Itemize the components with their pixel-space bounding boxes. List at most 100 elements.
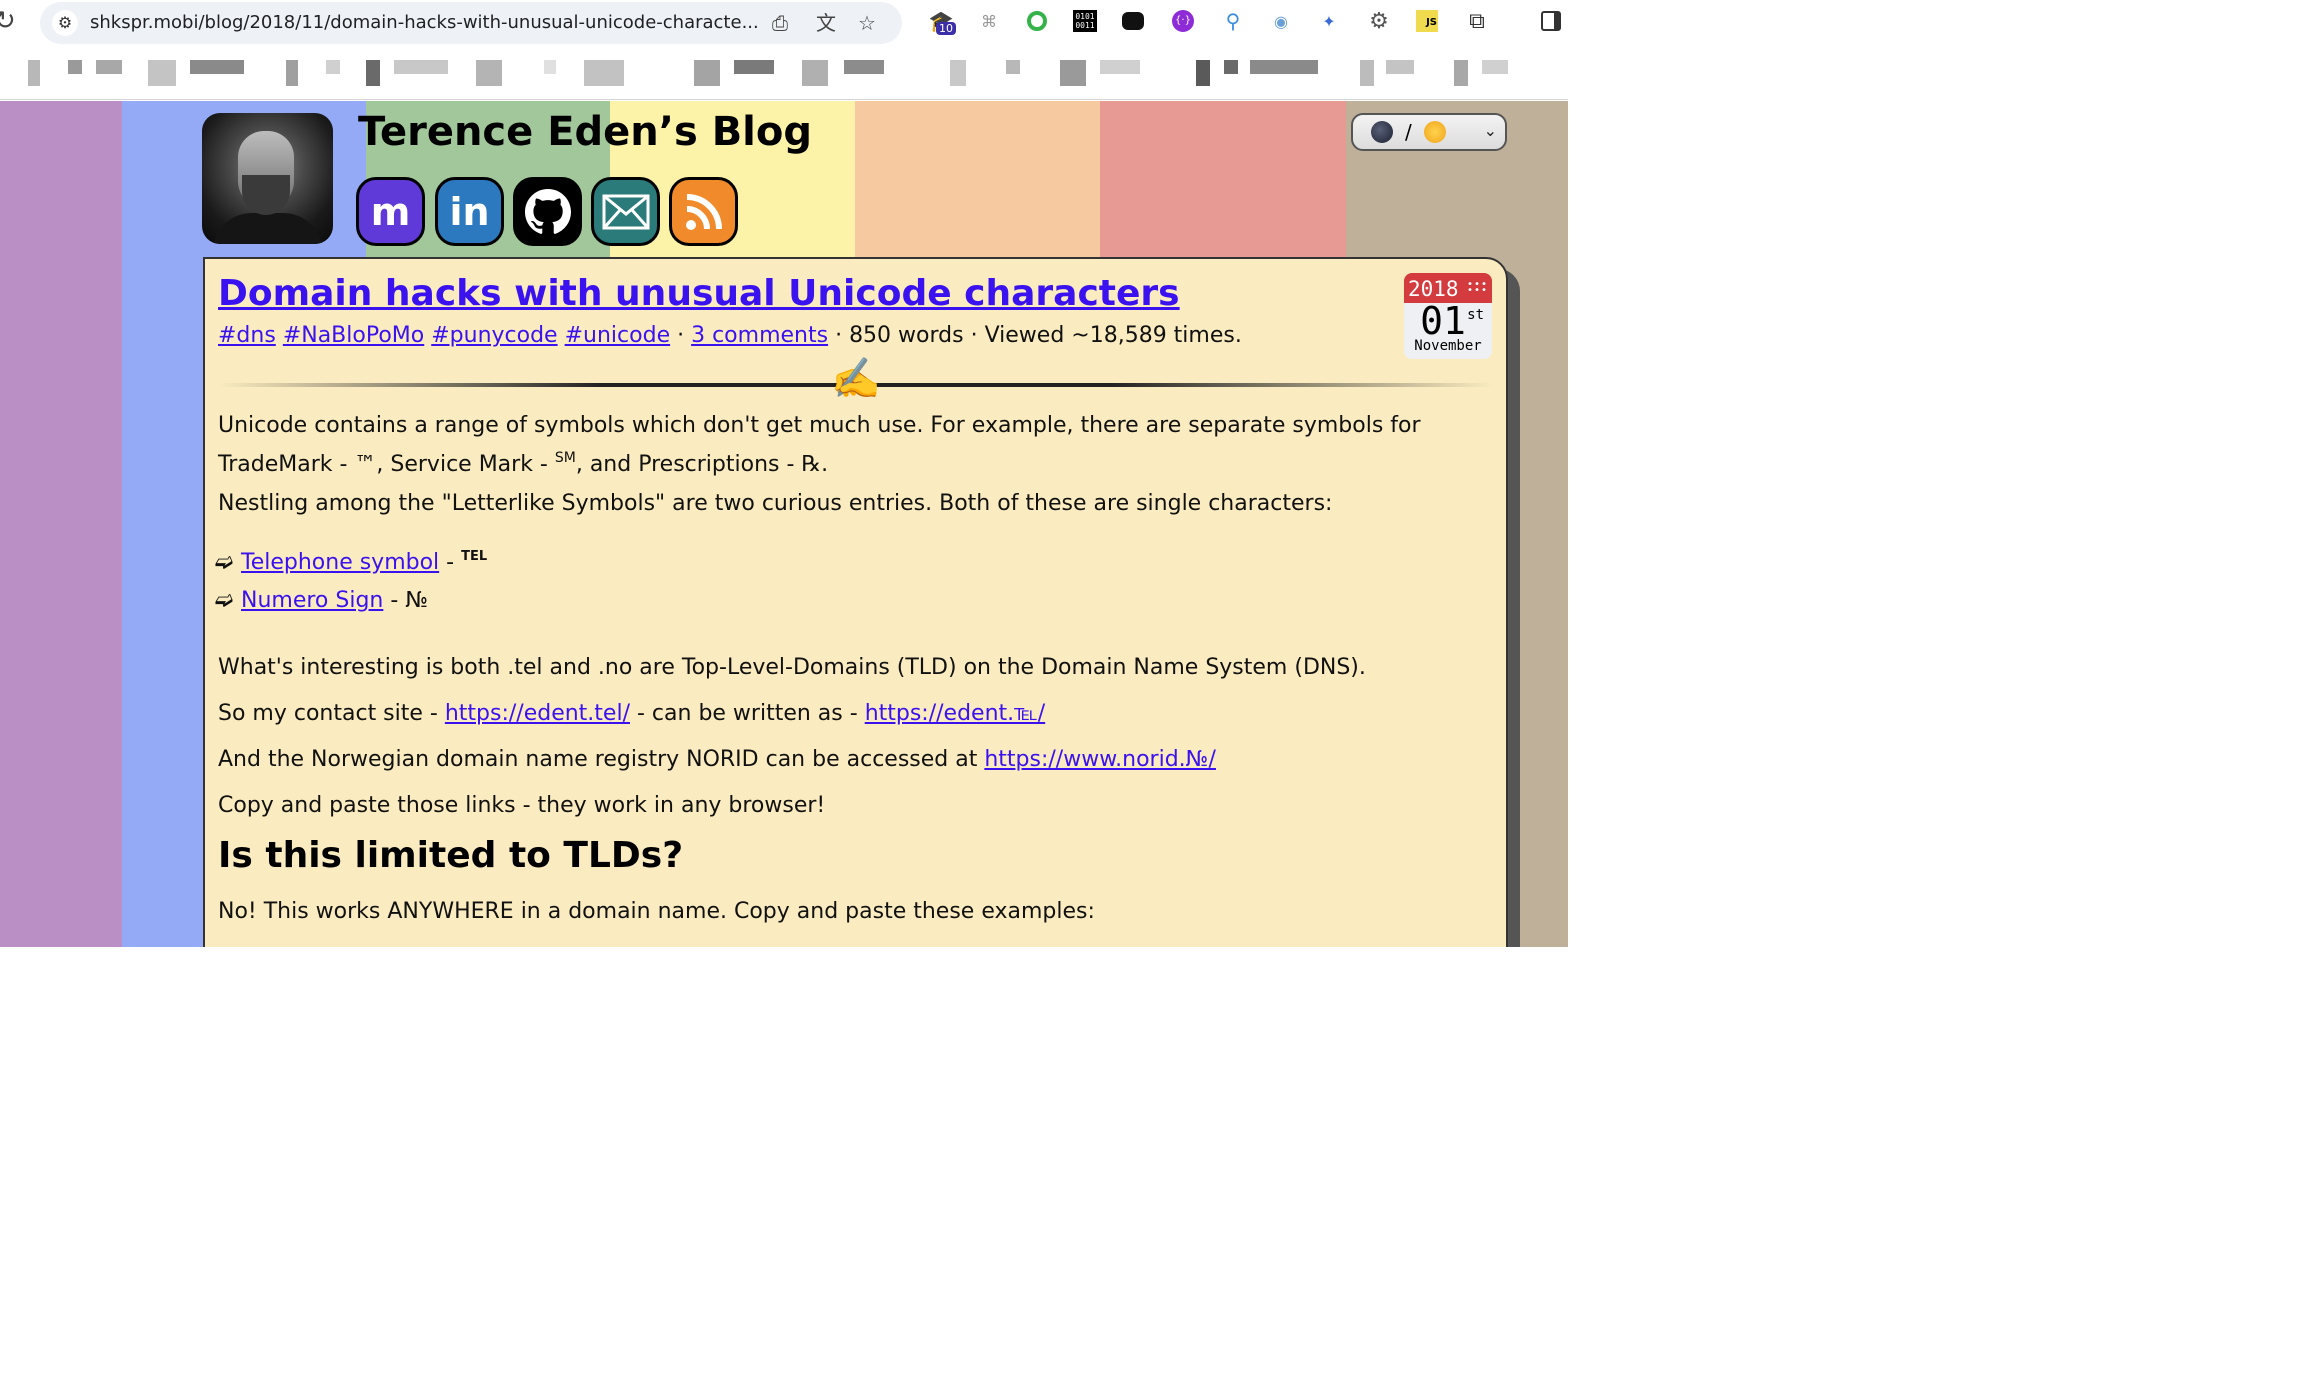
bookmark-item[interactable] bbox=[1100, 60, 1140, 74]
date-suffix: st bbox=[1467, 307, 1484, 323]
moon-icon bbox=[1371, 121, 1393, 143]
email-icon bbox=[602, 194, 649, 229]
list-separator: - bbox=[383, 588, 406, 613]
bookmark-item[interactable] bbox=[1224, 60, 1238, 74]
tag-link[interactable]: #punycode bbox=[431, 323, 557, 348]
date-badge: 2018 ••• ••• 01 st November bbox=[1404, 273, 1492, 359]
post-title-link[interactable]: Domain hacks with unusual Unicode charac… bbox=[218, 273, 1180, 314]
bookmark-item[interactable] bbox=[1386, 60, 1414, 74]
bookmark-item[interactable] bbox=[1196, 60, 1210, 86]
author-avatar[interactable] bbox=[202, 113, 333, 244]
site-settings-icon[interactable]: ⚙ bbox=[52, 10, 78, 36]
bookmark-item[interactable] bbox=[286, 60, 298, 86]
meta-separator: · bbox=[828, 323, 850, 348]
bookmark-item[interactable] bbox=[148, 60, 176, 86]
sun-icon bbox=[1423, 121, 1446, 143]
bookmark-item[interactable] bbox=[1250, 60, 1318, 74]
section-heading: Is this limited to TLDs? bbox=[218, 835, 684, 876]
service-mark-text: SM bbox=[554, 450, 576, 466]
pointing-arrow-icon: ➫ bbox=[215, 550, 234, 575]
list-item: ➫ Telephone symbol - TEL bbox=[215, 549, 487, 575]
extension-js-icon[interactable]: JS bbox=[1414, 8, 1440, 34]
comments-link[interactable]: 3 comments bbox=[691, 323, 828, 348]
bookmark-item[interactable] bbox=[476, 60, 502, 86]
bookmark-item[interactable] bbox=[1482, 60, 1508, 74]
tag-link[interactable]: #NaBloPoMo bbox=[283, 323, 424, 348]
mastodon-link[interactable]: m bbox=[356, 177, 425, 246]
tag-link[interactable]: #unicode bbox=[565, 323, 671, 348]
browser-toolbar: ↻ ⚙ shkspr.mobi/blog/2018/11/domain-hack… bbox=[0, 0, 1568, 100]
numero-sign-link[interactable]: Numero Sign bbox=[241, 588, 383, 613]
bookmark-star-icon[interactable]: ☆ bbox=[858, 10, 876, 36]
site-title[interactable]: Terence Eden’s Blog bbox=[358, 109, 812, 155]
bookmark-item[interactable] bbox=[1060, 60, 1086, 86]
tag-link[interactable]: #dns bbox=[218, 323, 276, 348]
email-link[interactable] bbox=[591, 177, 660, 246]
extension-puzzle-color-icon[interactable]: ✦ bbox=[1316, 8, 1342, 34]
extension-code-icon[interactable]: {·} bbox=[1170, 8, 1196, 34]
extension-graduation-icon[interactable]: 🎓 10 bbox=[928, 8, 956, 35]
view-count: Viewed ~18,589 times. bbox=[984, 323, 1242, 348]
github-link[interactable] bbox=[513, 177, 582, 246]
telephone-symbol-link[interactable]: Telephone symbol bbox=[241, 550, 439, 575]
side-panel-icon[interactable] bbox=[1538, 8, 1564, 34]
paragraph-text: - can be written as - bbox=[630, 701, 865, 726]
extension-eye-icon[interactable]: ◉ bbox=[1268, 8, 1294, 34]
article: Domain hacks with unusual Unicode charac… bbox=[203, 257, 1508, 947]
bookmark-item[interactable] bbox=[190, 60, 244, 74]
bookmark-item[interactable] bbox=[1454, 60, 1468, 86]
translate-icon[interactable]: 文 bbox=[816, 10, 836, 36]
extension-gear-icon[interactable]: ⚙ bbox=[1366, 8, 1392, 34]
list-separator: - bbox=[439, 550, 462, 575]
bookmark-item[interactable] bbox=[544, 60, 556, 74]
edent-tel-link[interactable]: https://edent.tel/ bbox=[445, 701, 630, 726]
bookmark-item[interactable] bbox=[694, 60, 720, 86]
paragraph: And the Norwegian domain name registry N… bbox=[218, 743, 1488, 776]
reload-icon[interactable]: ↻ bbox=[0, 6, 16, 36]
paragraph-text: And the Norwegian domain name registry N… bbox=[218, 747, 985, 772]
paragraph: Copy and paste those links - they work i… bbox=[218, 793, 826, 818]
address-bar[interactable]: ⚙ shkspr.mobi/blog/2018/11/domain-hacks-… bbox=[40, 2, 902, 44]
extension-command-icon[interactable]: ⌘ bbox=[976, 8, 1002, 34]
extension-binary-icon[interactable]: 0101 0011 bbox=[1072, 8, 1098, 34]
bookmark-item[interactable] bbox=[734, 60, 774, 74]
bookmark-item[interactable] bbox=[844, 60, 884, 74]
bookmark-item[interactable] bbox=[394, 60, 448, 74]
bookmark-item[interactable] bbox=[584, 60, 624, 86]
bookmark-item[interactable] bbox=[326, 60, 340, 74]
numero-symbol: № bbox=[405, 588, 429, 613]
chevron-down-icon: ⌄ bbox=[1483, 121, 1497, 140]
list-item: ➫ Numero Sign - № bbox=[215, 588, 428, 613]
rainbow-stripe bbox=[0, 101, 122, 947]
norid-link[interactable]: https://www.norid.№/ bbox=[984, 747, 1216, 772]
bookmark-item[interactable] bbox=[68, 60, 82, 74]
date-year: 2018 bbox=[1408, 277, 1459, 301]
bookmark-item[interactable] bbox=[1360, 60, 1374, 86]
extension-badge: 10 bbox=[936, 22, 956, 35]
bookmarks-bar bbox=[0, 50, 1568, 90]
meta-separator: · bbox=[670, 323, 692, 348]
paragraph: So my contact site - https://edent.tel/ … bbox=[218, 697, 1488, 730]
bookmark-item[interactable] bbox=[366, 60, 380, 86]
rss-link[interactable] bbox=[669, 177, 738, 246]
bookmark-item[interactable] bbox=[950, 60, 966, 86]
extensions-puzzle-icon[interactable]: ⧉ bbox=[1464, 8, 1490, 34]
post-meta: #dns #NaBloPoMo #punycode #unicode · 3 c… bbox=[218, 323, 1242, 348]
extension-pin-icon[interactable]: ⚲ bbox=[1220, 8, 1246, 34]
edent-tel-symbol-link[interactable]: https://edent.℡/ bbox=[865, 701, 1046, 726]
extension-mask-icon[interactable] bbox=[1120, 8, 1146, 34]
word-count: 850 words bbox=[849, 323, 964, 348]
paragraph-text: So my contact site - bbox=[218, 701, 445, 726]
extension-ring-icon[interactable] bbox=[1024, 8, 1050, 34]
theme-select[interactable]: / ⌄ bbox=[1351, 113, 1507, 151]
writing-hand-icon: ✍️ bbox=[831, 356, 881, 402]
linkedin-link[interactable]: in bbox=[435, 177, 504, 246]
calendar-dots-icon: ••• ••• bbox=[1466, 279, 1488, 296]
bookmark-item[interactable] bbox=[802, 60, 828, 86]
bookmark-item[interactable] bbox=[1006, 60, 1020, 74]
bookmark-item[interactable] bbox=[96, 60, 122, 74]
linkedin-icon: in bbox=[449, 189, 490, 234]
url-text[interactable]: shkspr.mobi/blog/2018/11/domain-hacks-wi… bbox=[90, 12, 760, 33]
install-app-icon[interactable]: ⎙ bbox=[772, 10, 788, 36]
bookmark-item[interactable] bbox=[28, 60, 40, 86]
